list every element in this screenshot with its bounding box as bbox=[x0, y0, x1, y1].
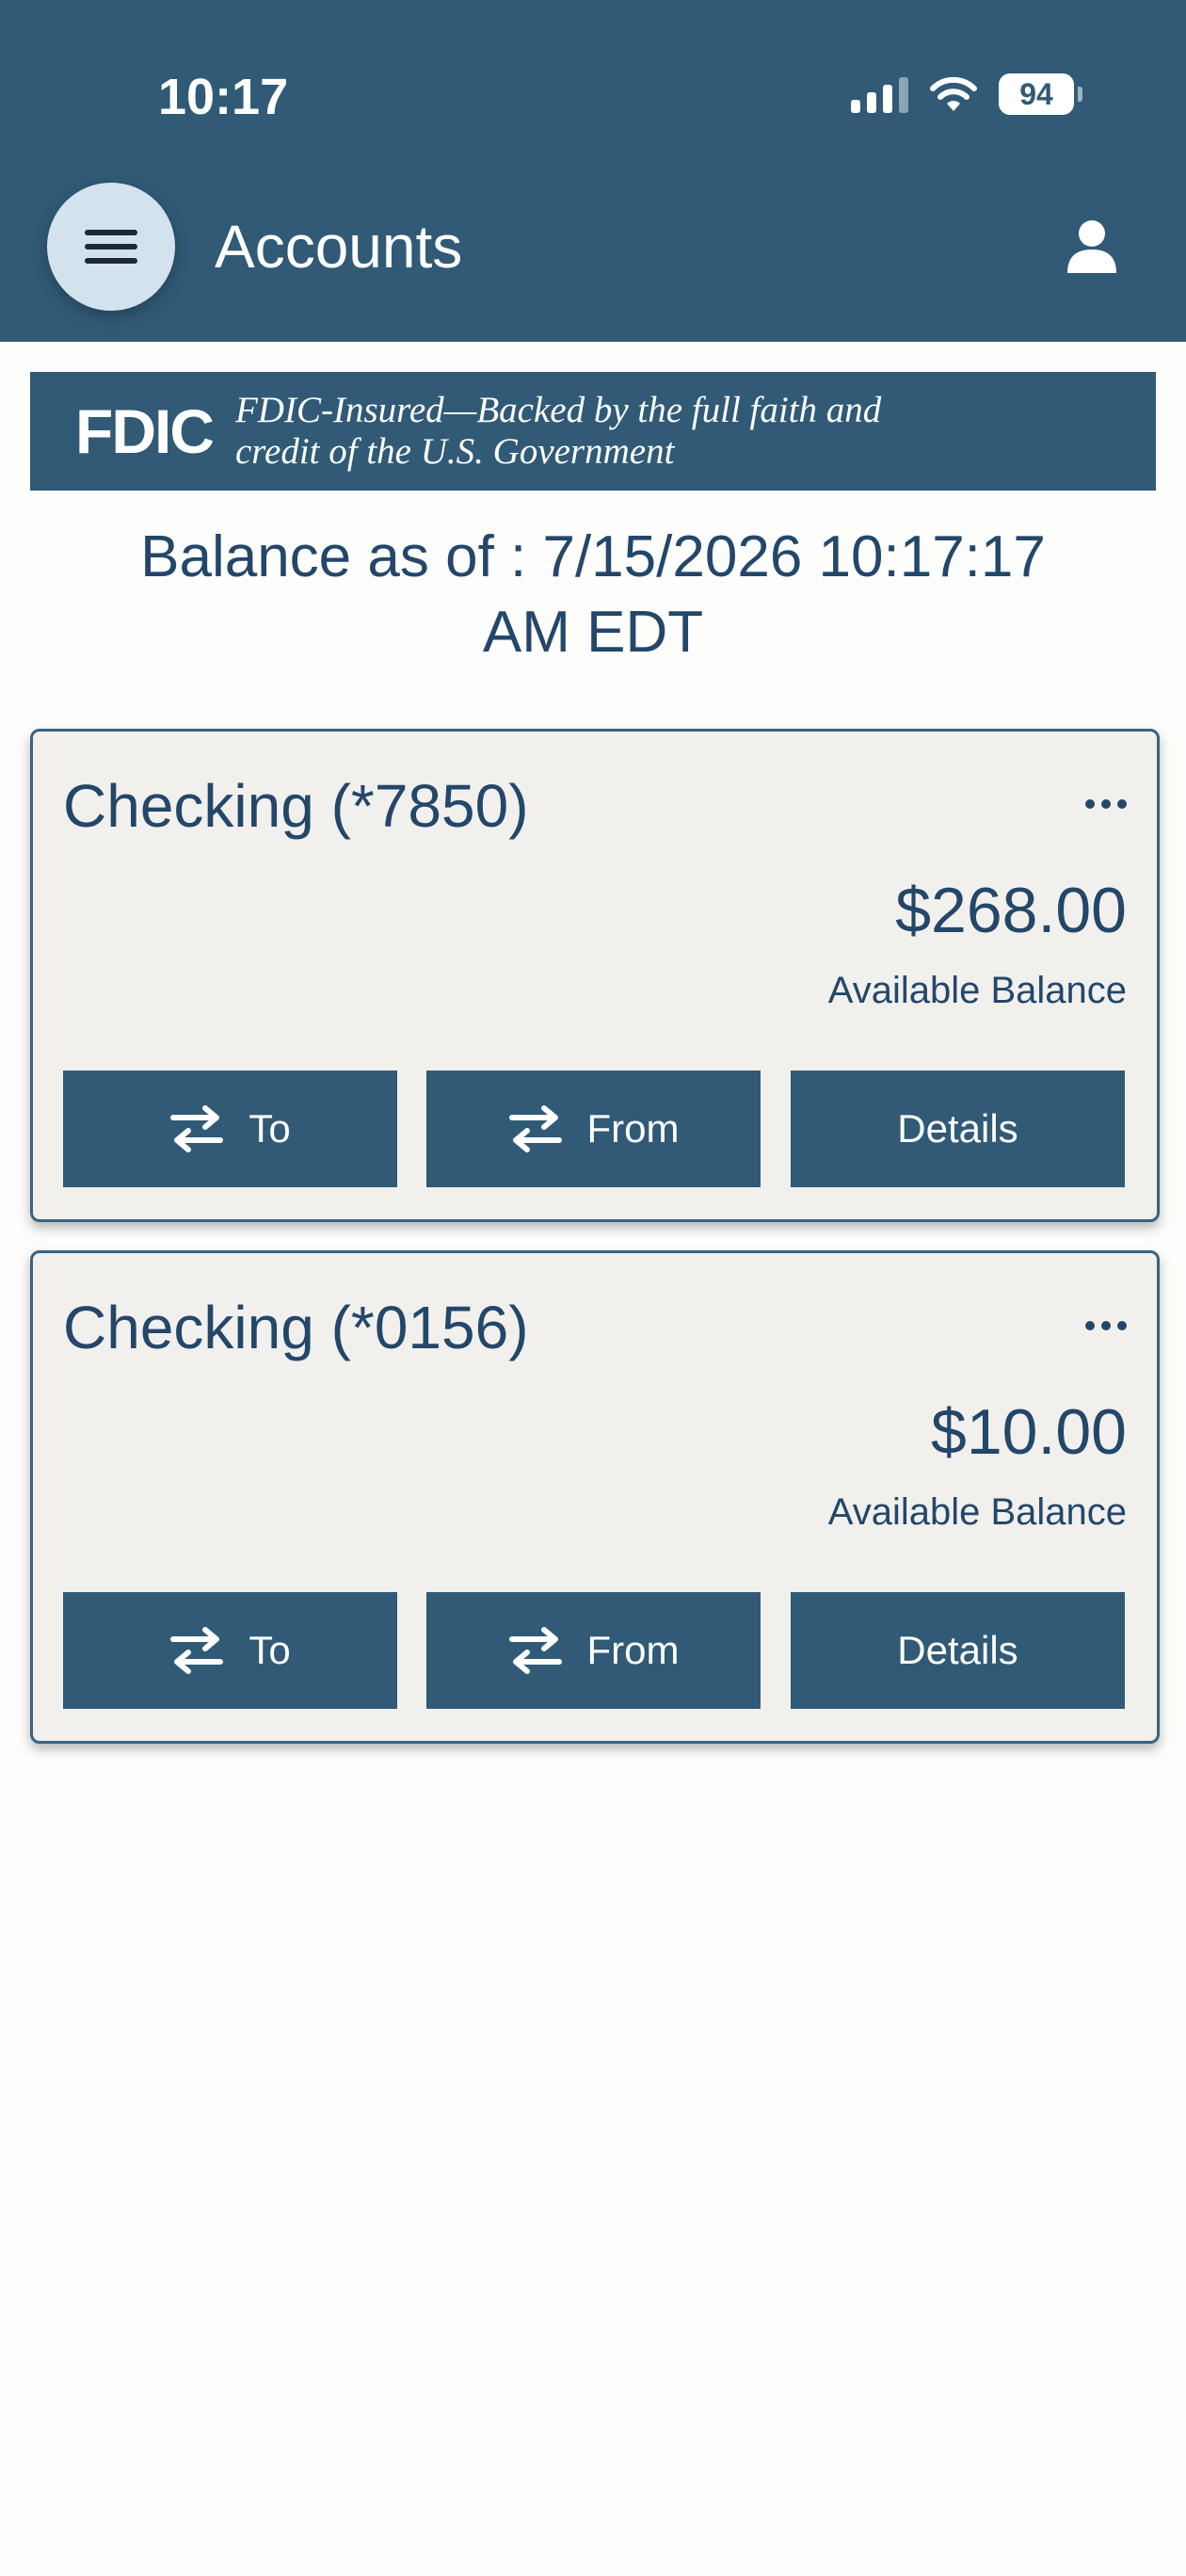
available-balance-label: Available Balance bbox=[827, 1491, 1127, 1533]
menu-button[interactable] bbox=[47, 183, 175, 311]
status-icons: 94 bbox=[851, 68, 1082, 121]
transfer-from-label: From bbox=[586, 1628, 680, 1672]
status-time: 10:17 bbox=[158, 69, 289, 125]
fdic-logo: FDIC bbox=[75, 396, 215, 466]
user-profile-icon[interactable] bbox=[1066, 218, 1118, 275]
page-title: Accounts bbox=[215, 213, 463, 281]
more-options-icon[interactable] bbox=[1085, 799, 1127, 809]
transfer-to-label: To bbox=[248, 1106, 291, 1151]
account-name: Checking (*7850) bbox=[63, 772, 529, 840]
account-card: Checking (*7850) $268.00 Available Balan… bbox=[30, 729, 1160, 1222]
available-balance-amount: $268.00 bbox=[895, 875, 1127, 946]
details-label: Details bbox=[897, 1106, 1018, 1151]
transfer-to-button[interactable]: To bbox=[63, 1071, 397, 1187]
account-card: Checking (*0156) $10.00 Available Balanc… bbox=[30, 1250, 1160, 1744]
wifi-icon bbox=[930, 76, 977, 111]
transfer-to-label: To bbox=[248, 1628, 291, 1672]
transfer-from-button[interactable]: From bbox=[426, 1592, 761, 1709]
transfer-arrows-icon bbox=[508, 1105, 562, 1152]
fdic-line-1: FDIC-Insured—Backed by the full faith an… bbox=[234, 390, 882, 430]
hamburger-menu-icon bbox=[85, 221, 137, 272]
transfer-arrows-icon bbox=[508, 1627, 562, 1674]
transfer-from-button[interactable]: From bbox=[426, 1071, 761, 1187]
fdic-statement: FDIC-Insured—Backed by the full faith an… bbox=[235, 390, 881, 473]
transfer-from-label: From bbox=[586, 1106, 680, 1151]
available-balance-label: Available Balance bbox=[827, 970, 1127, 1011]
account-name: Checking (*0156) bbox=[63, 1294, 529, 1361]
fdic-banner: FDIC FDIC-Insured—Backed by the full fai… bbox=[30, 372, 1156, 491]
balance-as-of: Balance as of : 7/15/2026 10:17:17 AM ED… bbox=[140, 524, 1046, 665]
details-button[interactable]: Details bbox=[791, 1592, 1125, 1709]
transfer-arrows-icon bbox=[170, 1627, 224, 1674]
transfer-arrows-icon bbox=[170, 1105, 224, 1152]
details-label: Details bbox=[897, 1628, 1018, 1672]
battery-level: 94 bbox=[999, 73, 1074, 115]
fdic-line-2: credit of the U.S. Government bbox=[234, 431, 675, 472]
transfer-to-button[interactable]: To bbox=[63, 1592, 397, 1709]
details-button[interactable]: Details bbox=[791, 1071, 1125, 1187]
available-balance-amount: $10.00 bbox=[931, 1396, 1127, 1468]
battery-icon: 94 bbox=[999, 73, 1082, 115]
app-header: 10:17 94 Accounts bbox=[0, 0, 1186, 342]
more-options-icon[interactable] bbox=[1085, 1321, 1127, 1330]
cellular-signal-icon bbox=[851, 75, 908, 113]
